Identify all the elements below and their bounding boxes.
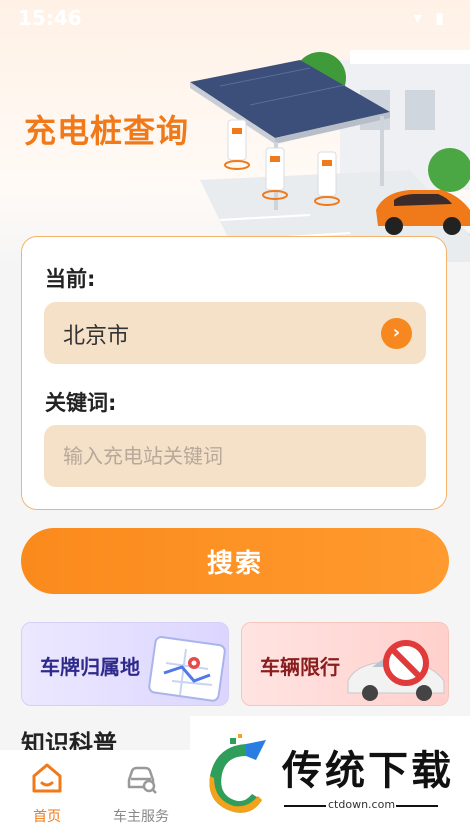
status-time: 15:46 [18,6,82,30]
watermark-divider [396,805,438,807]
current-city-label: 当前: [45,267,96,291]
no-car-icon [347,640,445,701]
watermark-domain: ctdown.com [328,798,396,811]
car-service-icon [127,766,157,794]
tab-car-service[interactable]: 车主服务 [94,750,188,836]
watermark-logo-icon [209,734,266,813]
hero-banner: 15:46 ▾ ▮ 充电桩查询 [0,0,470,262]
city-value: 北京市 [63,324,130,349]
tab-label: 车主服务 [113,809,169,825]
search-card: 当前: 北京市 › 关键词: [21,236,447,510]
home-icon [32,763,62,793]
feature-label: 车牌归属地 [40,655,140,679]
page-title: 充电桩查询 [24,112,190,150]
chevron-right-icon: › [381,318,412,349]
keyword-input[interactable] [44,425,426,487]
city-selector[interactable]: 北京市 › [44,302,426,364]
charging-station-illustration [190,50,470,262]
tab-label: 首页 [33,809,61,825]
keyword-label: 关键词: [45,391,117,415]
feature-plate-location[interactable]: 车牌归属地 [21,622,229,706]
watermark-title: 传统下载 [282,748,454,794]
feature-vehicle-restriction[interactable]: 车辆限行 [241,622,449,706]
search-button[interactable]: 搜索 [21,528,449,594]
tab-home[interactable]: 首页 [0,750,94,836]
watermark-overlay: 传统下载 ctdown.com [190,716,470,836]
watermark-divider [284,805,326,807]
feature-label: 车辆限行 [260,655,340,679]
